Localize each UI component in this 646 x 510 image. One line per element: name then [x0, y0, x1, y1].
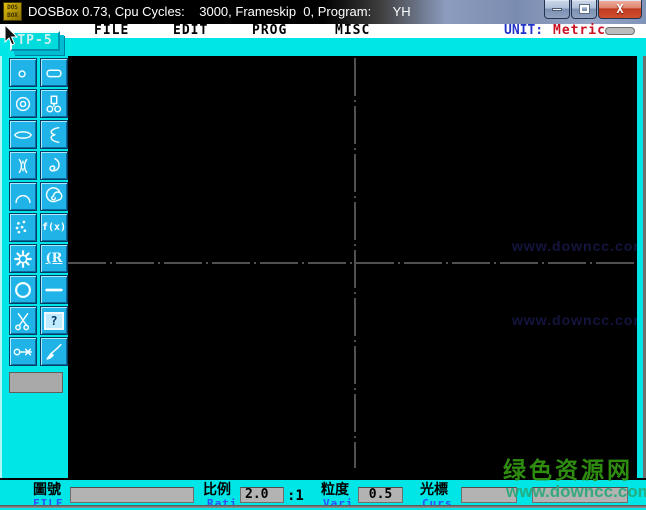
minimize-button[interactable] [544, 0, 570, 19]
curve-icon [50, 126, 60, 143]
point-tool-button[interactable] [9, 58, 37, 87]
menu-prog[interactable]: PROG [252, 24, 287, 38]
donut-icon [15, 96, 31, 111]
maximize-button[interactable] [571, 0, 597, 19]
wave-tool-button[interactable] [40, 151, 68, 180]
spiral-icon [45, 186, 63, 202]
tool-preview-box [9, 372, 63, 393]
radius-icon: (R [45, 251, 63, 266]
close-icon: X [616, 2, 624, 16]
wave-icon [49, 157, 60, 172]
crosshair-lines [68, 58, 637, 468]
tool-palette: f(x) (R ? [0, 56, 68, 478]
points-icon [15, 220, 27, 233]
key-icon [13, 348, 32, 355]
key-tool-button[interactable] [9, 337, 37, 366]
circle-icon [15, 281, 31, 298]
faint-watermark-1: www.downcc.com [512, 238, 646, 254]
grain-label-zh: 粒度 [321, 482, 349, 498]
title-bar[interactable]: DOS BOX DOSBox 0.73, Cpu Cycles: 3000, F… [0, 0, 646, 24]
line-tool-button[interactable] [40, 275, 68, 304]
donut-tool-button[interactable] [9, 89, 37, 118]
ellipse-icon [14, 130, 32, 139]
gear-tool-button[interactable] [9, 244, 37, 273]
scale-suffix: :1 [287, 488, 304, 504]
spiral-tool-button[interactable] [40, 182, 68, 211]
watermark-site-url: www.downcc.com [506, 482, 646, 501]
unit-value[interactable]: Metric [553, 24, 606, 38]
trim-icon [18, 158, 28, 173]
scissors-icon [15, 312, 30, 330]
circle-tool-button[interactable] [9, 275, 37, 304]
watermark-site-name: 绿色资源网 [503, 458, 633, 484]
menu-bar: FILE EDIT PROG MISC UNIT: Metric [0, 24, 646, 38]
menu-misc[interactable]: MISC [335, 24, 370, 38]
trim-tool-button[interactable] [9, 151, 37, 180]
brush-tool-button[interactable] [40, 337, 68, 366]
radius-tool-button[interactable]: (R [40, 244, 68, 273]
drawing-canvas[interactable]: www.downcc.com www.downcc.com [68, 56, 646, 478]
dimension-tool-button[interactable] [40, 89, 68, 118]
drawing-no-label-zh: 圖號 [33, 482, 61, 498]
arc-icon [15, 194, 31, 203]
scissors-tool-button[interactable] [9, 306, 37, 335]
points-tool-button[interactable] [9, 213, 37, 242]
minimize-icon [552, 7, 562, 11]
slot-tool-button[interactable] [40, 58, 68, 87]
grain-field[interactable]: 0.5 [358, 487, 403, 503]
help-icon: ? [44, 311, 64, 330]
window-title: DOSBox 0.73, Cpu Cycles: 3000, Frameskip… [28, 4, 411, 19]
faint-watermark-2: www.downcc.com [512, 312, 646, 328]
scale-label-zh: 比例 [203, 482, 231, 498]
drawing-no-field[interactable] [70, 487, 194, 503]
maximize-icon [578, 4, 590, 14]
unit-indicator[interactable] [605, 27, 635, 35]
menu-file[interactable]: FILE [94, 24, 129, 38]
dimension-icon [46, 94, 62, 113]
close-button[interactable]: X [598, 0, 642, 19]
mouse-cursor-icon [4, 25, 19, 46]
curve-tool-button[interactable] [40, 120, 68, 149]
arc-tool-button[interactable] [9, 182, 37, 211]
tool-grid: f(x) (R ? [9, 58, 68, 366]
help-tool-button[interactable]: ? [40, 306, 68, 335]
window-controls: X [544, 0, 642, 19]
menu-edit[interactable]: EDIT [173, 24, 208, 38]
line-icon [45, 288, 63, 291]
dosbox-icon: DOS BOX [3, 2, 22, 21]
function-tool-button[interactable]: f(x) [40, 213, 68, 242]
brush-icon [46, 343, 62, 360]
cursor-label-zh: 光標 [420, 482, 448, 498]
command-bar: 文 檔 編 輯 編 程 雜 項 S [0, 38, 646, 93]
dosbox-window: { "window": { "icon_text_top": "DOS", "i… [0, 0, 646, 509]
ellipse-tool-button[interactable] [9, 120, 37, 149]
point-icon [18, 69, 26, 78]
gear-icon [14, 249, 32, 268]
fx-icon: f(x) [41, 222, 67, 233]
scale-field[interactable]: 2.0 [240, 487, 284, 503]
slot-icon [46, 69, 62, 77]
unit-label: UNIT: [504, 23, 544, 38]
